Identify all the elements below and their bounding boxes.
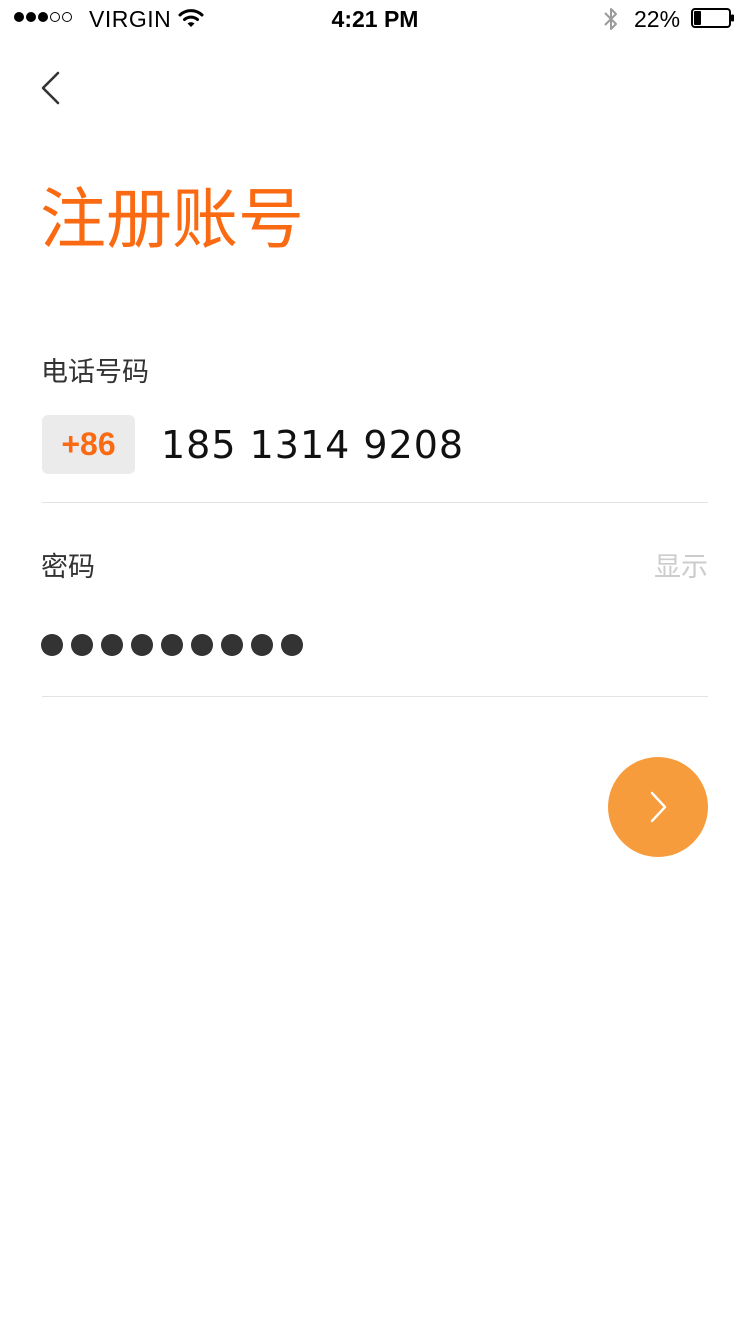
back-button[interactable] xyxy=(30,62,74,114)
chevron-right-icon xyxy=(650,791,667,823)
divider xyxy=(42,502,708,503)
chevron-left-icon xyxy=(41,71,60,105)
password-mask-dot xyxy=(280,634,303,656)
password-mask-dot xyxy=(250,634,273,656)
battery-percent: 22% xyxy=(634,6,681,32)
battery-icon xyxy=(691,8,734,28)
register-screen: VIRGIN 4:21 PM 22% 注册账号 电话号码 +86 密码 显示 xyxy=(0,0,750,1334)
password-mask-dot xyxy=(130,634,153,656)
password-mask-dot xyxy=(160,634,183,656)
phone-input[interactable] xyxy=(161,418,701,472)
password-mask-dot xyxy=(190,634,213,656)
page-title: 注册账号 xyxy=(40,181,304,258)
divider xyxy=(42,696,708,697)
password-mask-dot xyxy=(100,634,123,656)
status-bar: VIRGIN 4:21 PM 22% xyxy=(0,0,750,40)
next-button[interactable] xyxy=(608,757,708,857)
bluetooth-icon xyxy=(604,8,617,30)
country-code-selector[interactable]: +86 xyxy=(42,415,135,474)
password-mask-dot xyxy=(70,634,93,656)
show-password-toggle[interactable]: 显示 xyxy=(654,550,708,586)
password-label: 密码 xyxy=(41,552,95,583)
phone-label: 电话号码 xyxy=(41,357,149,388)
password-mask-dot xyxy=(220,634,243,656)
password-mask-dot xyxy=(41,634,63,656)
password-input[interactable] xyxy=(41,634,303,656)
